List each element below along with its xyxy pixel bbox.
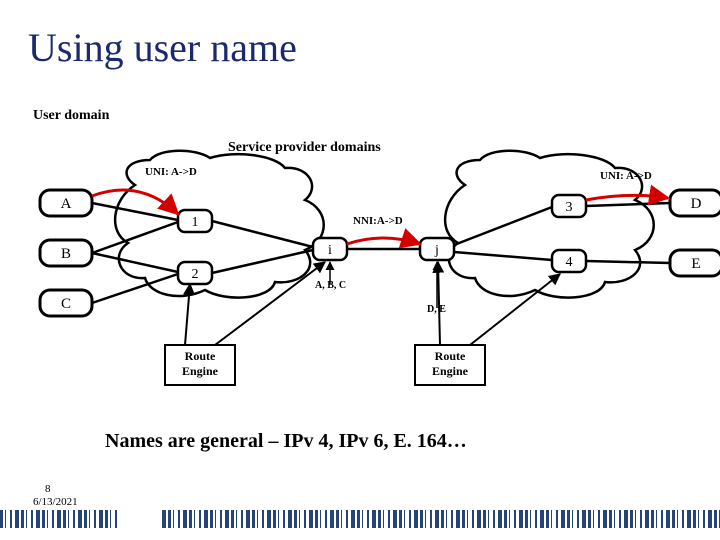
node-1: 1	[178, 210, 212, 232]
de-label: D, E	[427, 304, 446, 315]
node-a-label: A	[61, 196, 72, 212]
engine-links	[185, 262, 560, 345]
node-c-label: C	[61, 296, 71, 312]
node-c: C	[40, 290, 92, 316]
node-i-label: i	[328, 243, 332, 258]
nni-label: NNI:A->D	[353, 215, 403, 227]
service-domains-label: Service provider domains	[228, 140, 381, 156]
node-j: j	[420, 238, 454, 260]
node-b-label: B	[61, 246, 71, 262]
footer-band-gap	[120, 510, 160, 528]
abc-label: A, B, C	[315, 280, 346, 291]
node-3-label: 3	[566, 200, 573, 215]
node-b: B	[40, 240, 92, 266]
node-i: i	[313, 238, 347, 260]
node-a: A	[40, 190, 92, 216]
node-1-label: 1	[192, 215, 199, 230]
page-date: 6/13/2021	[33, 496, 78, 508]
route-engine-right-line1: Route	[435, 349, 466, 363]
diagram-canvas: A B C D E 1 2 3	[0, 0, 720, 540]
route-engine-left-line2: Engine	[182, 364, 219, 378]
route-engine-right: Route Engine	[415, 345, 485, 385]
node-d-label: D	[691, 196, 702, 212]
node-4-label: 4	[566, 255, 573, 270]
node-3: 3	[552, 195, 586, 217]
node-2: 2	[178, 262, 212, 284]
uni-left-label: UNI: A->D	[145, 166, 197, 178]
node-j-label: j	[434, 243, 439, 258]
caption: Names are general – IPv 4, IPv 6, E. 164…	[105, 430, 467, 453]
route-engine-right-line2: Engine	[432, 364, 469, 378]
route-engine-left-line1: Route	[185, 349, 216, 363]
node-e-label: E	[691, 256, 700, 272]
uni-right-label: UNI: A->D	[600, 170, 652, 182]
node-2-label: 2	[192, 267, 199, 282]
node-e: E	[670, 250, 720, 276]
page-number: 8	[45, 483, 51, 495]
node-d: D	[670, 190, 720, 216]
user-domain-label: User domain	[33, 108, 109, 124]
route-engine-left: Route Engine	[165, 345, 235, 385]
footer-band	[0, 510, 720, 528]
node-4: 4	[552, 250, 586, 272]
